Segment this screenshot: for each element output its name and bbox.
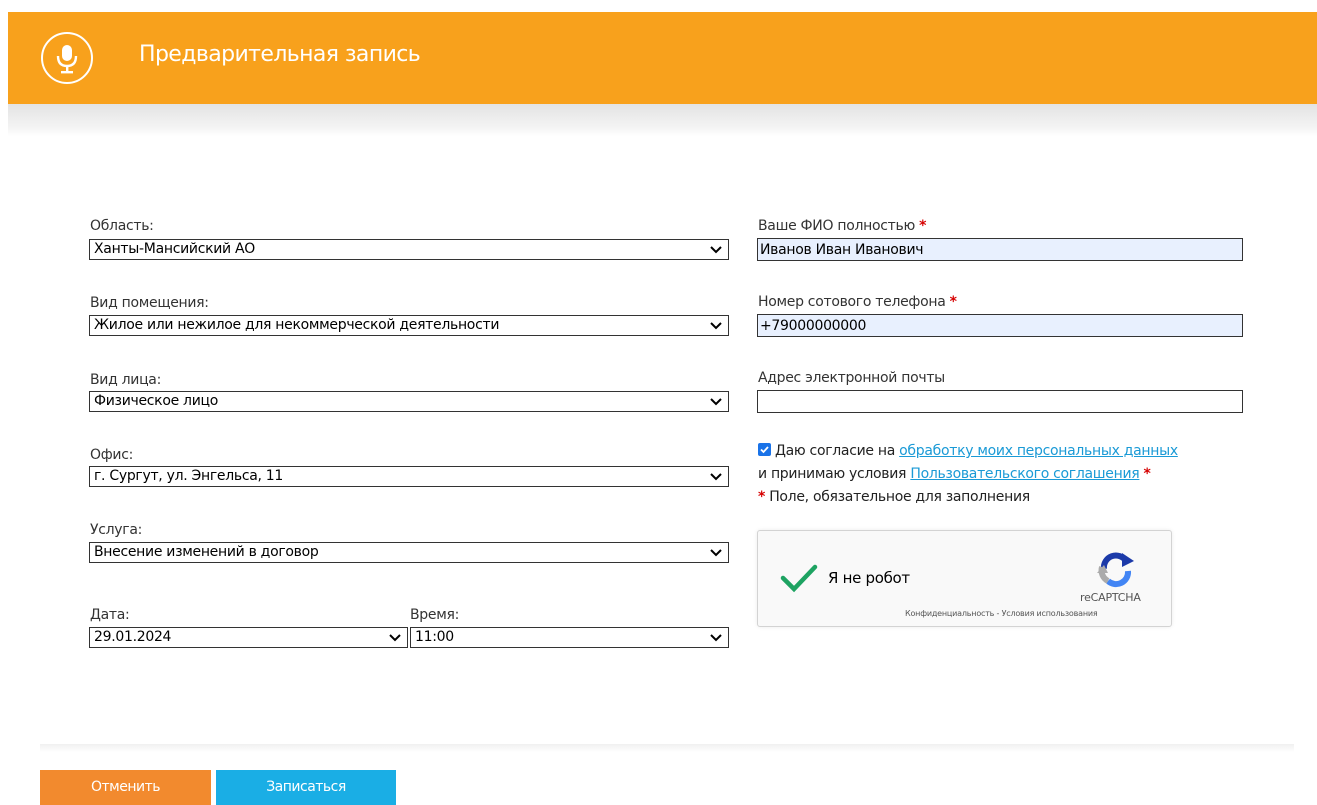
- chevron-down-icon: [710, 634, 722, 642]
- user-agreement-link[interactable]: Пользовательского соглашения: [910, 466, 1139, 482]
- required-note: Поле, обязательное для заполнения: [769, 489, 1030, 505]
- chevron-down-icon: [710, 473, 722, 481]
- chevron-down-icon: [710, 246, 722, 254]
- date-label: Дата:: [90, 607, 130, 623]
- consent-block: Даю согласие на обработку моих персональ…: [758, 440, 1258, 509]
- region-select[interactable]: Ханты-Мансийский АО: [89, 239, 729, 260]
- page-header: Предварительная запись: [8, 12, 1317, 104]
- page-title: Предварительная запись: [139, 42, 421, 67]
- recaptcha-brand: reCAPTCHA: [1080, 591, 1141, 604]
- recaptcha-logo-icon: [1097, 552, 1134, 588]
- time-select[interactable]: 11:00: [410, 627, 729, 648]
- footer-divider: [40, 744, 1294, 752]
- microphone-icon: [41, 32, 93, 84]
- chevron-down-icon: [389, 634, 401, 642]
- service-select-value: Внесение изменений в договор: [94, 544, 319, 560]
- chevron-down-icon: [710, 322, 722, 330]
- recaptcha-label: Я не робот: [828, 569, 910, 587]
- premises-select[interactable]: Жилое или нежилое для некоммерческой дея…: [89, 315, 729, 336]
- service-label: Услуга:: [90, 522, 143, 538]
- chevron-down-icon: [710, 549, 722, 557]
- phone-label-text: Номер сотового телефона: [758, 294, 946, 310]
- fullname-label: Ваше ФИО полностью *: [758, 218, 926, 234]
- cancel-button[interactable]: Отменить: [40, 770, 211, 805]
- header-shadow: [8, 104, 1317, 136]
- check-icon: [760, 446, 769, 454]
- fullname-input[interactable]: [757, 238, 1243, 261]
- required-mark: *: [758, 489, 766, 505]
- recaptcha-terms[interactable]: Конфиденциальность - Условия использован…: [905, 609, 1098, 618]
- service-select[interactable]: Внесение изменений в договор: [89, 542, 729, 563]
- required-mark: *: [949, 294, 957, 310]
- email-input[interactable]: [757, 390, 1243, 413]
- office-select[interactable]: г. Сургут, ул. Энгельса, 11: [89, 466, 729, 487]
- email-label: Адрес электронной почты: [758, 370, 945, 386]
- checkmark-icon[interactable]: [780, 563, 818, 593]
- consent-text-2: и принимаю условия: [758, 466, 907, 482]
- phone-label: Номер сотового телефона *: [758, 294, 957, 310]
- office-label: Офис:: [90, 447, 134, 463]
- date-select-value: 29.01.2024: [94, 629, 172, 645]
- person-label: Вид лица:: [90, 372, 162, 388]
- premises-select-value: Жилое или нежилое для некоммерческой дея…: [94, 317, 500, 333]
- phone-input[interactable]: [757, 314, 1243, 337]
- chevron-down-icon: [710, 398, 722, 406]
- consent-text-1: Даю согласие на: [775, 443, 895, 459]
- time-select-value: 11:00: [415, 629, 454, 645]
- person-select[interactable]: Физическое лицо: [89, 391, 729, 412]
- consent-checkbox[interactable]: [758, 443, 771, 456]
- time-label: Время:: [410, 607, 460, 623]
- office-select-value: г. Сургут, ул. Энгельса, 11: [94, 468, 284, 484]
- submit-button[interactable]: Записаться: [216, 770, 396, 805]
- region-select-value: Ханты-Мансийский АО: [94, 241, 255, 257]
- required-mark: *: [1143, 466, 1151, 482]
- date-select[interactable]: 29.01.2024: [89, 627, 408, 648]
- fullname-label-text: Ваше ФИО полностью: [758, 218, 915, 234]
- premises-label: Вид помещения:: [90, 295, 209, 311]
- required-mark: *: [919, 218, 927, 234]
- personal-data-link[interactable]: обработку моих персональных данных: [899, 443, 1178, 459]
- region-label: Область:: [90, 218, 154, 234]
- person-select-value: Физическое лицо: [94, 393, 219, 409]
- recaptcha-widget: Я не робот reCAPTCHA Конфиденциальность …: [757, 530, 1172, 627]
